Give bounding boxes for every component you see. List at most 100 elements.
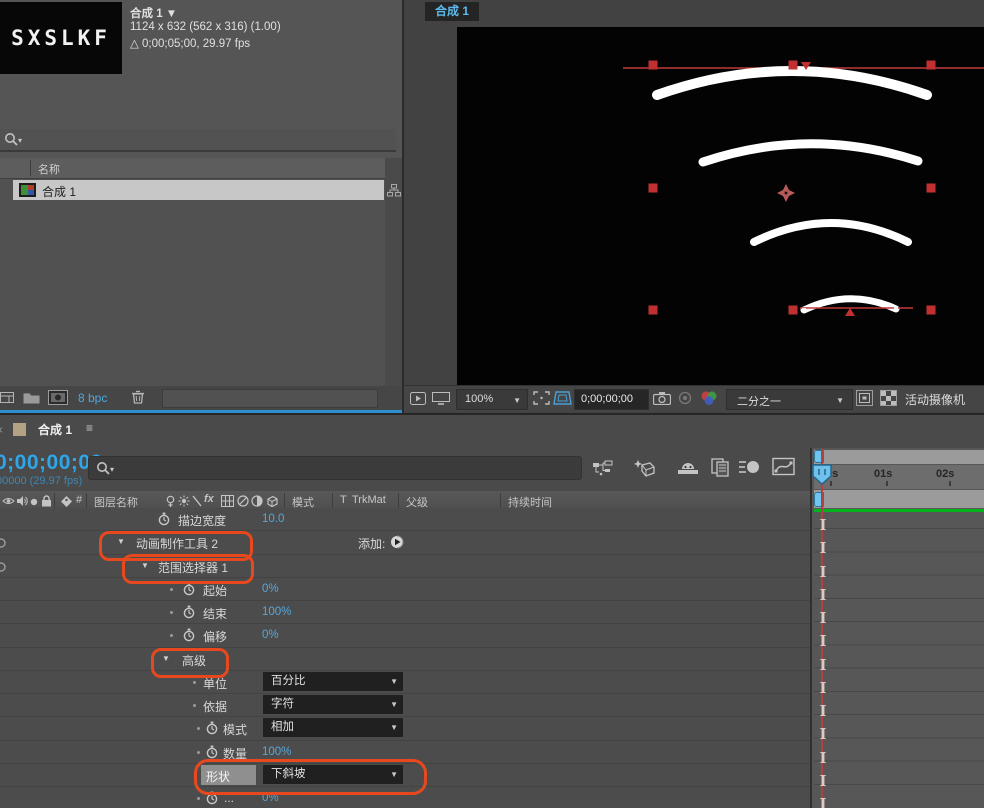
new-composition-icon[interactable] xyxy=(48,390,68,405)
property-label[interactable]: 结束 xyxy=(203,605,227,622)
panel-menu-icon[interactable]: ≡ xyxy=(86,421,93,435)
always-preview-icon[interactable] xyxy=(410,392,426,405)
add-animator-button[interactable] xyxy=(390,535,404,549)
motion-blur-switch-icon xyxy=(221,495,234,507)
row-start[interactable]: 起始 0% xyxy=(0,578,810,601)
property-value[interactable]: 0% xyxy=(262,792,279,804)
twirl-down-icon[interactable]: ▼ xyxy=(162,654,170,663)
project-item-label[interactable]: 合成 1 xyxy=(42,183,76,200)
column-trkmat[interactable]: TrkMat xyxy=(352,494,386,506)
column-t[interactable]: T xyxy=(340,494,347,506)
property-label[interactable]: 起始 xyxy=(203,582,227,599)
viewer-timecode[interactable]: 0;00;00;00 xyxy=(574,389,649,410)
row-animator-2[interactable]: ▼ 动画制作工具 2 添加: xyxy=(0,531,810,554)
mode-dropdown[interactable]: 相加▼ xyxy=(263,718,403,737)
target-region-icon[interactable] xyxy=(856,390,873,406)
hide-shy-layers-icon[interactable] xyxy=(676,459,700,477)
column-name[interactable]: 名称 xyxy=(38,161,60,177)
label-tag-icon[interactable] xyxy=(60,495,73,508)
time-navigator-bar[interactable] xyxy=(814,450,984,464)
project-list-header[interactable]: 名称 xyxy=(0,158,396,179)
snapshot-camera-icon[interactable] xyxy=(653,391,671,405)
motion-blur-icon[interactable] xyxy=(738,458,762,476)
project-panel: SXSLKF 合成 1 ▼ 1124 x 632 (562 x 316) (1.… xyxy=(0,0,402,413)
trash-icon[interactable] xyxy=(130,389,146,405)
units-dropdown[interactable]: 百分比▼ xyxy=(263,672,403,691)
shape-dropdown[interactable]: 下斜坡▼ xyxy=(263,765,403,784)
row-units[interactable]: 单位 百分比▼ xyxy=(0,671,810,694)
graph-editor-icon[interactable] xyxy=(772,457,796,477)
viewer-tab-comp1[interactable]: 合成 1 xyxy=(425,2,479,21)
project-item-comp1[interactable]: 合成 1 xyxy=(13,180,384,200)
channel-rgb-icon[interactable] xyxy=(699,390,719,405)
chevron-down-icon: ▼ xyxy=(390,765,398,784)
dropdown-value: 相加 xyxy=(271,721,294,733)
selector-circle-icon xyxy=(0,538,6,548)
column-index[interactable]: # xyxy=(76,494,82,506)
row-offset[interactable]: 偏移 0% xyxy=(0,624,810,647)
based-on-dropdown[interactable]: 字符▼ xyxy=(263,695,403,714)
zoom-dropdown[interactable]: 100% ▼ xyxy=(456,389,528,410)
stopwatch-icon[interactable] xyxy=(158,512,170,527)
twirl-down-icon[interactable]: ▼ xyxy=(141,561,149,570)
comp-title[interactable]: 合成 1 ▼ xyxy=(130,5,177,21)
interpret-footage-icon[interactable] xyxy=(0,391,15,405)
property-value[interactable]: 0% xyxy=(262,583,279,595)
show-snapshot-icon[interactable] xyxy=(676,391,694,405)
twirl-down-icon[interactable]: ▼ xyxy=(117,537,125,546)
property-value[interactable]: 100% xyxy=(262,606,291,618)
stopwatch-icon[interactable] xyxy=(183,582,195,597)
row-range-selector-1[interactable]: ▼ 范围选择器 1 xyxy=(0,555,810,578)
stopwatch-icon[interactable] xyxy=(206,745,218,760)
new-folder-icon[interactable] xyxy=(23,390,40,404)
stopwatch-icon[interactable] xyxy=(206,721,218,736)
timeline-tab-label[interactable]: 合成 1 xyxy=(38,421,72,438)
row-end[interactable]: 结束 100% xyxy=(0,601,810,624)
solo-icon[interactable] xyxy=(30,498,38,506)
time-ruler[interactable]: 0s 01s 02s xyxy=(814,465,984,489)
close-icon[interactable]: × xyxy=(0,423,3,437)
resolution-dropdown[interactable]: 二分之一 ▼ xyxy=(726,389,853,410)
lock-icon[interactable] xyxy=(41,495,52,507)
property-value[interactable]: 10.0 xyxy=(262,513,284,525)
bit-depth-button[interactable]: 8 bpc xyxy=(78,391,107,405)
property-label[interactable]: 高级 xyxy=(182,652,206,669)
work-area-bar[interactable] xyxy=(814,490,984,508)
property-label[interactable]: 偏移 xyxy=(203,628,227,645)
safe-margins-icon[interactable] xyxy=(553,391,572,405)
stopwatch-icon[interactable] xyxy=(183,605,195,620)
row-shape[interactable]: 形状 下斜坡▼ xyxy=(0,764,810,787)
property-label[interactable]: 范围选择器 1 xyxy=(158,559,228,576)
selector-circle-icon xyxy=(0,562,6,572)
audio-speaker-icon[interactable] xyxy=(16,495,28,507)
video-eye-icon[interactable] xyxy=(2,496,15,506)
cti-row-marker: I xyxy=(816,772,830,790)
cti-row-marker: I xyxy=(816,749,830,767)
property-value[interactable]: 100% xyxy=(262,746,291,758)
row-amount[interactable]: 数量 100% xyxy=(0,741,810,764)
row-mode[interactable]: 模式 相加▼ xyxy=(0,717,810,740)
stopwatch-icon[interactable] xyxy=(206,791,218,806)
frame-blend-icon[interactable] xyxy=(709,458,731,477)
current-time-indicator-head[interactable] xyxy=(812,464,833,486)
monitor-icon[interactable] xyxy=(432,392,450,405)
collapse-sun-icon xyxy=(178,495,190,507)
flowchart-icon[interactable] xyxy=(387,184,401,197)
project-search-bar[interactable]: ▾ xyxy=(0,129,396,152)
stopwatch-icon[interactable] xyxy=(183,628,195,643)
property-label[interactable]: 描边宽度 xyxy=(178,512,226,529)
property-label: 数量 xyxy=(223,745,247,762)
property-value[interactable]: 0% xyxy=(262,629,279,641)
draft-3d-icon[interactable] xyxy=(634,458,658,478)
transparency-grid-icon[interactable] xyxy=(880,390,897,406)
row-ease[interactable]: ... 0% xyxy=(0,787,810,808)
region-of-interest-icon[interactable] xyxy=(533,391,550,405)
active-camera-dropdown[interactable]: 活动摄像机 xyxy=(905,391,965,408)
timeline-search-input[interactable]: ▾ xyxy=(88,456,582,480)
property-label[interactable]: 动画制作工具 2 xyxy=(136,535,218,552)
row-advanced[interactable]: ▼ 高级 xyxy=(0,648,810,671)
comp-mini-flowchart-icon[interactable] xyxy=(592,460,614,477)
composition-viewport[interactable] xyxy=(457,27,984,385)
row-stroke-width[interactable]: 描边宽度 10.0 xyxy=(0,508,810,531)
row-based-on[interactable]: 依据 字符▼ xyxy=(0,694,810,717)
